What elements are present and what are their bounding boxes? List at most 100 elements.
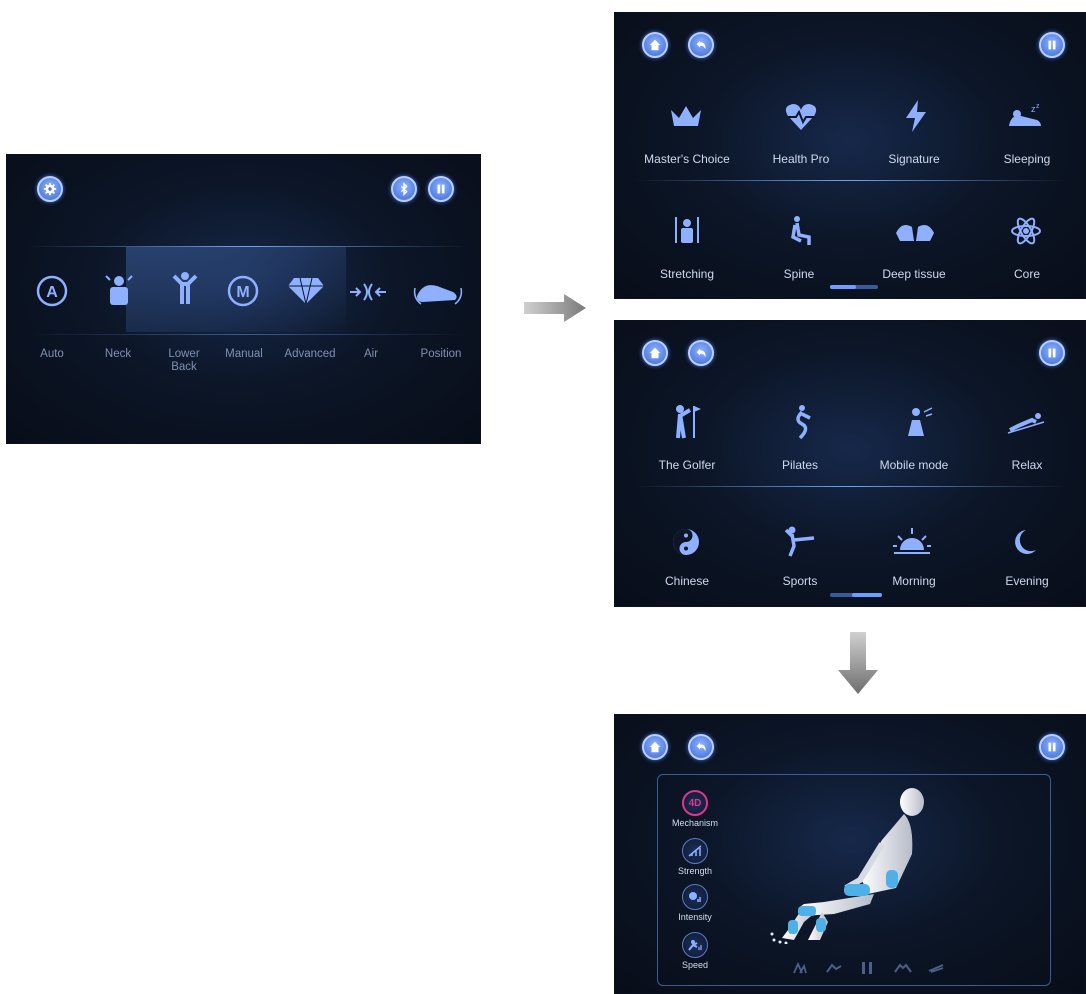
auto-a-icon[interactable]: A (35, 274, 69, 308)
program-label-chinese: Chinese (664, 574, 710, 588)
row-divider (634, 486, 1066, 487)
programs-panel-page-1: zz Master's Choice Health Pro Signature … (614, 12, 1086, 299)
feet-icon[interactable] (792, 962, 808, 974)
back-button[interactable] (688, 340, 714, 366)
home-button[interactable] (642, 32, 668, 58)
mode-label-position: Position (420, 348, 462, 360)
back-button[interactable] (688, 32, 714, 58)
home-icon (649, 347, 661, 359)
intensity-label: Intensity (678, 912, 712, 922)
svg-text:A: A (46, 284, 58, 301)
mechanism-button[interactable]: 4D (682, 790, 708, 816)
main-menu-panel: A M Auto Neck Lower Back Manual Advanced… (6, 154, 481, 444)
position-icon[interactable] (413, 278, 463, 306)
mechanism-badge: 4D (688, 797, 702, 809)
relax-icon[interactable] (1006, 412, 1046, 434)
page-indicator-active (830, 285, 856, 289)
program-label-sports: Sports (782, 574, 818, 588)
home-icon (649, 741, 661, 753)
atom-icon[interactable] (1010, 215, 1042, 247)
spine-icon[interactable] (789, 215, 813, 247)
golfer-icon[interactable] (670, 404, 702, 440)
gear-icon (43, 182, 57, 196)
strength-icon (688, 845, 702, 857)
program-label-masters-choice: Master's Choice (644, 152, 730, 166)
program-label-health-pro: Health Pro (772, 152, 830, 166)
pause-icon (437, 184, 445, 194)
pause-button[interactable] (428, 176, 454, 202)
mode-label-lower-back: Lower Back (168, 348, 200, 373)
program-label-mobile-mode: Mobile mode (879, 458, 949, 472)
program-label-signature: Signature (888, 152, 940, 166)
strength-button[interactable] (682, 838, 708, 864)
yin-yang-icon[interactable] (672, 528, 700, 556)
program-label-evening: Evening (1005, 574, 1049, 588)
strength-label: Strength (677, 866, 713, 876)
page-indicator[interactable] (830, 285, 878, 289)
pause-button[interactable] (1039, 734, 1065, 760)
pause-icon (1048, 40, 1056, 50)
home-icon (649, 39, 661, 51)
arms-icon[interactable] (894, 962, 912, 974)
settings-button[interactable] (37, 176, 63, 202)
program-label-the-golfer: The Golfer (658, 458, 716, 472)
pause-button[interactable] (1039, 32, 1065, 58)
program-label-core: Core (1013, 267, 1040, 281)
recline-icon[interactable] (826, 962, 842, 974)
zero-gravity-icon[interactable] (928, 963, 944, 973)
speed-button[interactable] (682, 932, 708, 958)
back-arrow-icon (696, 348, 706, 358)
mode-label-auto: Auto (40, 348, 64, 360)
legs-icon[interactable] (860, 961, 874, 975)
program-label-pilates: Pilates (781, 458, 819, 472)
moon-icon[interactable] (1012, 528, 1038, 556)
body-massage-figure (770, 788, 924, 944)
back-arrow-icon (696, 742, 706, 752)
program-label-deep-tissue: Deep tissue (882, 267, 946, 281)
air-icon[interactable] (346, 280, 390, 304)
detail-panel: 4D Mechanism Strength Intensity Speed (614, 714, 1086, 994)
svg-text:z: z (1036, 103, 1040, 110)
neck-icon[interactable] (102, 272, 136, 308)
sports-icon[interactable] (784, 526, 818, 558)
program-label-sleeping: Sleeping (1003, 152, 1051, 166)
program-label-relax: Relax (1011, 458, 1043, 472)
program-label-stretching: Stretching (659, 267, 715, 281)
home-button[interactable] (642, 734, 668, 760)
page-indicator[interactable] (830, 593, 882, 597)
pause-button[interactable] (1039, 340, 1065, 366)
stretching-icon[interactable] (672, 215, 702, 247)
flow-arrow-right (524, 294, 586, 322)
mechanism-label: Mechanism (671, 818, 718, 828)
programs-panel-page-2: The Golfer Pilates Mobile mode Relax Chi… (614, 320, 1086, 607)
manual-m-icon[interactable]: M (224, 274, 262, 308)
pilates-icon[interactable] (790, 404, 814, 440)
sunrise-icon[interactable] (892, 526, 932, 558)
lower-back-icon[interactable] (168, 270, 202, 308)
crown-icon[interactable] (669, 104, 703, 130)
svg-text:M: M (236, 284, 249, 301)
heart-pulse-icon[interactable] (784, 102, 818, 132)
speed-icon (688, 940, 702, 951)
bluetooth-button[interactable] (391, 176, 417, 202)
speed-label: Speed (681, 960, 709, 970)
intensity-button[interactable] (682, 884, 708, 910)
sleeping-icon[interactable]: zz (1007, 102, 1043, 130)
row-divider (634, 180, 1066, 181)
mode-label-neck: Neck (104, 348, 132, 360)
diamond-icon[interactable] (286, 276, 326, 306)
bluetooth-icon (400, 182, 408, 196)
program-label-spine: Spine (783, 267, 815, 281)
mode-label-advanced: Advanced (284, 348, 336, 360)
program-label-morning: Morning (892, 574, 936, 588)
deep-tissue-icon[interactable] (894, 219, 936, 245)
bottom-divider (28, 334, 468, 335)
intensity-icon (689, 892, 701, 902)
home-button[interactable] (642, 340, 668, 366)
pause-icon (1048, 348, 1056, 358)
lightning-icon[interactable] (904, 100, 928, 132)
flow-arrow-down (838, 632, 878, 694)
back-button[interactable] (688, 734, 714, 760)
mobile-mode-icon[interactable] (904, 406, 934, 438)
mode-label-air: Air (363, 348, 379, 360)
